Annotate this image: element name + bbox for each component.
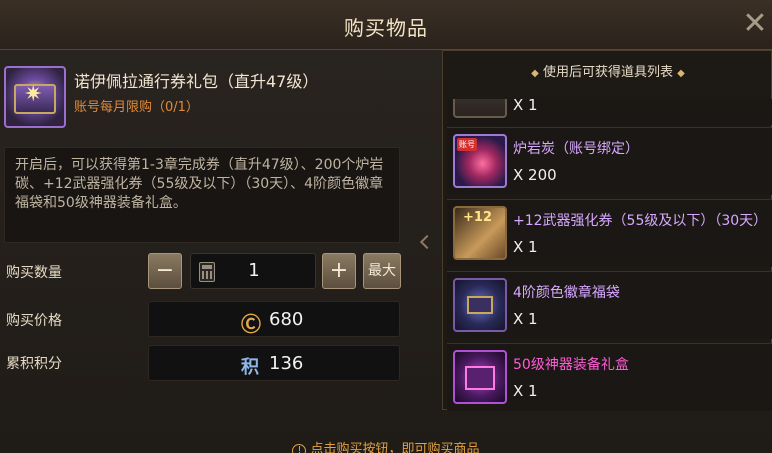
reward-qty: X 1 <box>513 99 538 114</box>
reward-name: +12武器强化券（55级及以下）（30天） <box>513 213 768 229</box>
list-item[interactable]: 4阶颜色徽章福袋 X 1 <box>447 271 772 339</box>
points-display: 积 136 <box>148 345 400 381</box>
footer-hint: ! 点击购买按钮，即可购买商品 <box>0 438 772 453</box>
reward-qty: X 1 <box>513 310 538 328</box>
coin-icon: Ⓒ <box>241 312 261 336</box>
decrease-quantity-button[interactable]: − <box>148 253 182 289</box>
emblem-bag-icon <box>453 278 507 332</box>
points-icon: 积 <box>241 357 259 378</box>
dialog-title: 购买物品 <box>344 16 428 40</box>
price-display: Ⓒ 680 <box>148 301 400 337</box>
quantity-value: 1 <box>248 260 260 281</box>
close-icon[interactable]: ✕ <box>740 9 770 40</box>
reward-scroll-list[interactable]: X 1 账号 炉岩炭（账号绑定） X 200 +12 +12武器强化券（55级及… <box>443 99 772 411</box>
quantity-label: 购买数量 <box>6 265 62 281</box>
price-value: 680 <box>269 309 304 330</box>
diamond-icon: ◆ <box>677 68 685 79</box>
reward-list-panel: ◆ 使用后可获得道具列表 ◆ X 1 账号 炉岩炭（账号绑定） X 200 +1… <box>442 50 772 411</box>
info-icon: ! <box>292 444 307 453</box>
increase-quantity-button[interactable]: + <box>322 253 356 289</box>
max-quantity-button[interactable]: 最大 <box>363 253 401 289</box>
price-label: 购买价格 <box>6 313 62 329</box>
reward-qty: X 1 <box>513 382 538 400</box>
reward-qty: X 200 <box>513 166 557 184</box>
list-item[interactable]: 50级神器装备礼盒 X 1 <box>447 343 772 411</box>
furnace-coal-icon: 账号 <box>453 134 507 188</box>
reward-name: 炉岩炭（账号绑定） <box>513 141 639 157</box>
upgrade-badge: +12 <box>463 210 492 225</box>
partial-item-icon <box>453 99 507 118</box>
reward-name: 4阶颜色徽章福袋 <box>513 285 620 301</box>
gift-box-icon: ✷ <box>4 66 66 128</box>
reward-list-title: 使用后可获得道具列表 <box>542 65 673 80</box>
diamond-icon: ◆ <box>531 68 539 79</box>
item-detail-panel: ✷ 诺伊佩拉通行券礼包（直升47级） 账号每月限购（0/1） 开启后，可以获得第… <box>0 50 435 453</box>
bound-tag: 账号 <box>457 138 477 151</box>
footer-hint-text: 点击购买按钮，即可购买商品 <box>310 442 480 453</box>
list-item[interactable]: +12 +12武器强化券（55级及以下）（30天） X 1 <box>447 199 772 267</box>
artifact-box-icon <box>453 350 507 404</box>
purchase-limit: 账号每月限购（0/1） <box>74 100 199 115</box>
chevron-left-icon <box>419 234 435 250</box>
title-bar: 购买物品 ✕ <box>0 0 772 50</box>
points-label: 累积积分 <box>6 356 62 372</box>
reward-list-header: ◆ 使用后可获得道具列表 ◆ <box>443 61 772 80</box>
list-item[interactable]: X 1 <box>447 99 772 125</box>
reward-qty: X 1 <box>513 238 538 256</box>
purchase-dialog: 购买物品 ✕ ✷ 诺伊佩拉通行券礼包（直升47级） 账号每月限购（0/1） 开启… <box>0 0 772 453</box>
points-value: 136 <box>269 353 304 374</box>
item-description: 开启后，可以获得第1-3章完成券（直升47级）、200个炉岩碳、+12武器强化券… <box>4 147 400 243</box>
item-header: ✷ 诺伊佩拉通行券礼包（直升47级） 账号每月限购（0/1） <box>0 62 430 128</box>
item-name: 诺伊佩拉通行券礼包（直升47级） <box>74 72 319 91</box>
reward-name: 50级神器装备礼盒 <box>513 357 629 373</box>
quantity-input[interactable]: 1 <box>190 253 316 289</box>
list-item[interactable]: 账号 炉岩炭（账号绑定） X 200 <box>447 127 772 195</box>
upgrade-scroll-icon: +12 <box>453 206 507 260</box>
